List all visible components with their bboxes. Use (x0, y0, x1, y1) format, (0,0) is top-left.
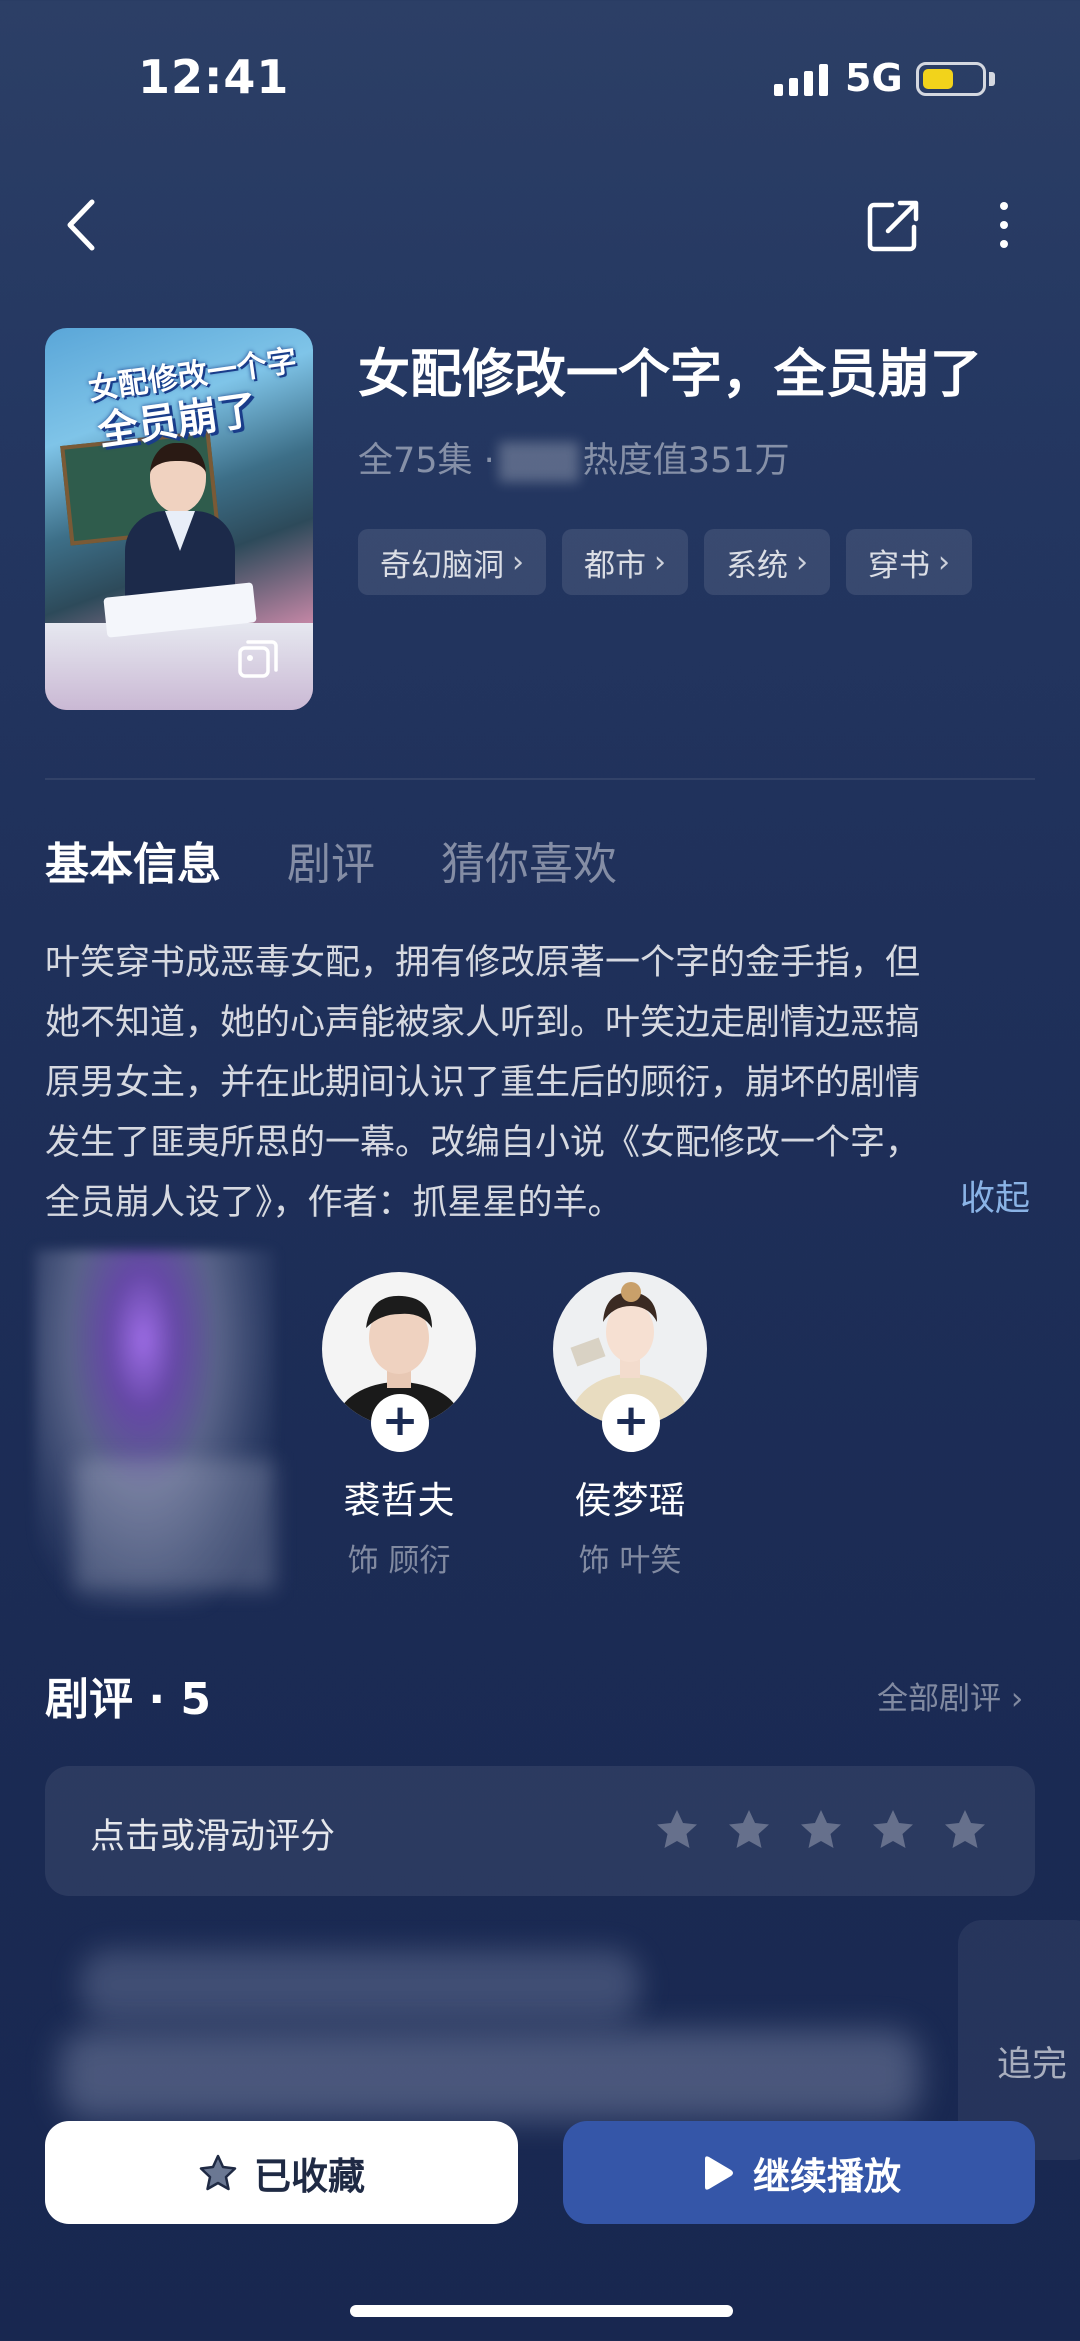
section-tabs: 基本信息 剧评 猜你喜欢 (45, 828, 617, 892)
cast-item[interactable]: + 侯梦瑶 饰 叶笑 (538, 1270, 708, 1590)
chevron-right-icon: › (796, 544, 808, 580)
chevron-right-icon: › (1010, 1681, 1024, 1717)
rating-star-icon[interactable] (725, 1806, 773, 1854)
all-reviews-link[interactable]: 全部剧评 › (877, 1673, 1023, 1718)
continue-play-label: 继续播放 (753, 2154, 901, 2198)
image-gallery-icon[interactable] (236, 636, 282, 682)
tab-recommendations[interactable]: 猜你喜欢 (441, 828, 617, 892)
collect-label: 已收藏 (254, 2154, 365, 2198)
more-vertical-icon (1000, 202, 1008, 210)
continue-play-button[interactable]: 继续播放 (563, 2121, 1035, 2224)
episode-count: 全75集 · (358, 441, 495, 481)
battery-tip (989, 72, 995, 86)
cast-name: 侯梦瑶 (574, 1479, 686, 1522)
more-button[interactable] (974, 195, 1034, 255)
top-nav (0, 180, 1080, 270)
chevron-right-icon: › (938, 544, 950, 580)
chevron-right-icon: › (654, 544, 666, 580)
cast-item[interactable]: + 裘哲夫 饰 顾衍 (307, 1270, 477, 1590)
battery-icon (916, 62, 986, 96)
signal-icon (774, 62, 828, 96)
tag-chip[interactable]: 穿书 › (846, 529, 972, 595)
rating-stars[interactable] (653, 1806, 989, 1854)
rating-star-icon[interactable] (869, 1806, 917, 1854)
heat-value: 热度值351万 (582, 441, 790, 481)
cast-role: 饰 顾衍 (347, 1543, 451, 1579)
collapse-button[interactable]: 收起 (960, 1170, 1030, 1221)
cast-role: 饰 叶笑 (578, 1543, 682, 1579)
rating-card[interactable]: 点击或滑动评分 (45, 1766, 1035, 1896)
divider (45, 778, 1035, 780)
share-button[interactable] (862, 195, 924, 257)
tag-label: 奇幻脑洞 (380, 547, 504, 584)
tag-label: 都市 (584, 547, 646, 584)
tag-chip[interactable]: 系统 › (704, 529, 830, 595)
drama-title: 女配修改一个字，全员崩了 (358, 345, 983, 405)
synopsis-line: 她不知道，她的心声能被家人听到。叶笑边走剧情边恶搞 (45, 1003, 921, 1043)
drama-meta: 全75集 · 热度值351万 (358, 432, 790, 483)
cast-item-redacted (35, 1250, 275, 1610)
rating-prompt: 点击或滑动评分 (90, 1817, 336, 1857)
star-icon (199, 2154, 237, 2190)
back-button[interactable] (50, 195, 110, 255)
home-indicator (350, 2305, 733, 2317)
cast-name: 裘哲夫 (343, 1479, 455, 1522)
tag-list: 奇幻脑洞 › 都市 › 系统 › 穿书 › (358, 529, 972, 595)
all-reviews-label: 全部剧评 (877, 1681, 1001, 1717)
chevron-left-icon (67, 199, 95, 251)
play-icon (705, 2155, 733, 2190)
chevron-right-icon: › (512, 544, 524, 580)
synopsis-line: 叶笑穿书成恶毒女配，拥有修改原著一个字的金手指，但 (45, 943, 921, 983)
rating-star-icon[interactable] (653, 1806, 701, 1854)
redacted-text (498, 442, 579, 482)
review-peek-text: 追完 (997, 2045, 1068, 2085)
battery-fill (923, 69, 953, 89)
tab-reviews[interactable]: 剧评 (287, 828, 375, 892)
synopsis-line: 发生了匪夷所思的一幕。改编自小说《女配修改一个字， (45, 1123, 921, 1163)
tag-chip[interactable]: 都市 › (562, 529, 688, 595)
reviews-heading: 剧评 · 5 (45, 1674, 211, 1725)
follow-button[interactable]: + (371, 1394, 429, 1452)
tag-label: 系统 (726, 547, 788, 584)
tag-label: 穿书 (868, 547, 930, 584)
rating-star-icon[interactable] (797, 1806, 845, 1854)
cast-list: + 裘哲夫 饰 顾衍 + 侯梦瑶 饰 叶笑 (35, 1250, 1035, 1610)
synopsis-line: 全员崩人设了》，作者：抓星星的羊。 (45, 1183, 623, 1223)
collect-button[interactable]: 已收藏 (45, 2121, 518, 2224)
status-time: 12:41 (138, 50, 290, 104)
follow-button[interactable]: + (602, 1394, 660, 1452)
tag-chip[interactable]: 奇幻脑洞 › (358, 529, 546, 595)
network-label: 5G (845, 56, 903, 100)
synopsis-line: 原男女主，并在此期间认识了重生后的顾衍，崩坏的剧情 (45, 1063, 921, 1103)
tab-basic-info[interactable]: 基本信息 (45, 828, 221, 892)
synopsis: 叶笑穿书成恶毒女配，拥有修改原著一个字的金手指，但 她不知道，她的心声能被家人听… (45, 933, 1035, 1233)
share-icon (867, 200, 919, 252)
redacted-text (75, 1460, 275, 1590)
status-bar: 12:41 5G (0, 0, 1080, 150)
rating-star-icon[interactable] (941, 1806, 989, 1854)
